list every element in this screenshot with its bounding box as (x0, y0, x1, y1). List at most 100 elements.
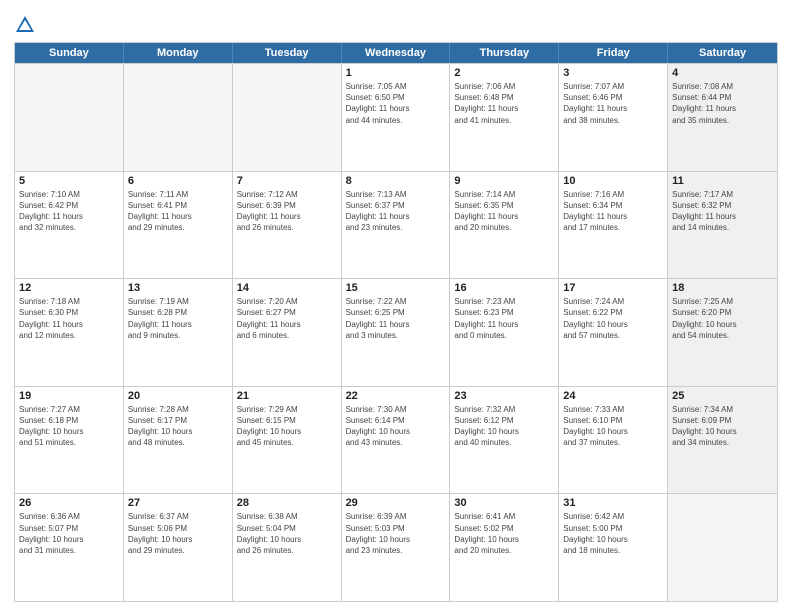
day-info: Sunrise: 7:11 AM Sunset: 6:41 PM Dayligh… (128, 189, 228, 234)
calendar-cell: 30 Sunrise: 6:41 AM Sunset: 5:02 PM Dayli… (450, 494, 559, 601)
day-number: 1 (346, 67, 446, 79)
day-info: Sunrise: 6:41 AM Sunset: 5:02 PM Dayligh… (454, 511, 554, 556)
day-info: Sunrise: 7:20 AM Sunset: 6:27 PM Dayligh… (237, 296, 337, 341)
calendar-row: 12Sunrise: 7:18 AM Sunset: 6:30 PM Dayli… (15, 278, 777, 386)
logo-icon (14, 14, 36, 36)
day-info: Sunrise: 7:10 AM Sunset: 6:42 PM Dayligh… (19, 189, 119, 234)
calendar-cell: 6Sunrise: 7:11 AM Sunset: 6:41 PM Daylig… (124, 172, 233, 279)
day-info: Sunrise: 6:39 AM Sunset: 5:03 PM Dayligh… (346, 511, 446, 556)
day-info: Sunrise: 6:36 AM Sunset: 5:07 PM Dayligh… (19, 511, 119, 556)
day-number: 30 (454, 497, 554, 509)
calendar-cell: 23 Sunrise: 7:32 AM Sunset: 6:12 PM Dayli… (450, 387, 559, 494)
day-info: Sunrise: 7:08 AM Sunset: 6:44 PM Dayligh… (672, 81, 773, 126)
calendar-cell: 24 Sunrise: 7:33 AM Sunset: 6:10 PM Dayli… (559, 387, 668, 494)
calendar-cell: 21 Sunrise: 7:29 AM Sunset: 6:15 PM Dayli… (233, 387, 342, 494)
calendar-cell: 27 Sunrise: 6:37 AM Sunset: 5:06 PM Dayli… (124, 494, 233, 601)
calendar-cell: 19 Sunrise: 7:27 AM Sunset: 6:18 PM Dayli… (15, 387, 124, 494)
calendar-cell: 11 Sunrise: 7:17 AM Sunset: 6:32 PM Dayli… (668, 172, 777, 279)
day-info: Sunrise: 7:17 AM Sunset: 6:32 PM Dayligh… (672, 189, 773, 234)
day-info: Sunrise: 7:29 AM Sunset: 6:15 PM Dayligh… (237, 404, 337, 449)
day-number: 19 (19, 390, 119, 402)
calendar-cell: 12Sunrise: 7:18 AM Sunset: 6:30 PM Dayli… (15, 279, 124, 386)
calendar-cell: 28 Sunrise: 6:38 AM Sunset: 5:04 PM Dayli… (233, 494, 342, 601)
calendar-cell: 14 Sunrise: 7:20 AM Sunset: 6:27 PM Dayli… (233, 279, 342, 386)
day-info: Sunrise: 6:42 AM Sunset: 5:00 PM Dayligh… (563, 511, 663, 556)
calendar-cell: 25Sunrise: 7:34 AM Sunset: 6:09 PM Dayli… (668, 387, 777, 494)
calendar-cell (668, 494, 777, 601)
calendar-cell: 31Sunrise: 6:42 AM Sunset: 5:00 PM Dayli… (559, 494, 668, 601)
day-info: Sunrise: 7:28 AM Sunset: 6:17 PM Dayligh… (128, 404, 228, 449)
day-number: 18 (672, 282, 773, 294)
day-info: Sunrise: 7:33 AM Sunset: 6:10 PM Dayligh… (563, 404, 663, 449)
day-info: Sunrise: 6:37 AM Sunset: 5:06 PM Dayligh… (128, 511, 228, 556)
calendar-header-cell: Thursday (450, 43, 559, 63)
day-info: Sunrise: 6:38 AM Sunset: 5:04 PM Dayligh… (237, 511, 337, 556)
calendar-cell: 8 Sunrise: 7:13 AM Sunset: 6:37 PM Daylig… (342, 172, 451, 279)
calendar-cell: 9 Sunrise: 7:14 AM Sunset: 6:35 PM Daylig… (450, 172, 559, 279)
day-number: 28 (237, 497, 337, 509)
calendar-cell: 20Sunrise: 7:28 AM Sunset: 6:17 PM Dayli… (124, 387, 233, 494)
page: SundayMondayTuesdayWednesdayThursdayFrid… (0, 0, 792, 612)
day-info: Sunrise: 7:27 AM Sunset: 6:18 PM Dayligh… (19, 404, 119, 449)
calendar-cell: 13 Sunrise: 7:19 AM Sunset: 6:28 PM Dayli… (124, 279, 233, 386)
day-number: 3 (563, 67, 663, 79)
calendar-cell: 2 Sunrise: 7:06 AM Sunset: 6:48 PM Daylig… (450, 64, 559, 171)
day-number: 7 (237, 175, 337, 187)
day-number: 24 (563, 390, 663, 402)
calendar-cell: 4 Sunrise: 7:08 AM Sunset: 6:44 PM Daylig… (668, 64, 777, 171)
calendar-cell: 3Sunrise: 7:07 AM Sunset: 6:46 PM Daylig… (559, 64, 668, 171)
day-number: 8 (346, 175, 446, 187)
day-info: Sunrise: 7:23 AM Sunset: 6:23 PM Dayligh… (454, 296, 554, 341)
logo (14, 14, 38, 36)
calendar-cell: 18 Sunrise: 7:25 AM Sunset: 6:20 PM Dayli… (668, 279, 777, 386)
calendar-header-cell: Sunday (15, 43, 124, 63)
day-number: 27 (128, 497, 228, 509)
calendar-cell (233, 64, 342, 171)
day-info: Sunrise: 7:06 AM Sunset: 6:48 PM Dayligh… (454, 81, 554, 126)
calendar-header-cell: Wednesday (342, 43, 451, 63)
day-number: 29 (346, 497, 446, 509)
calendar-cell: 22 Sunrise: 7:30 AM Sunset: 6:14 PM Dayli… (342, 387, 451, 494)
calendar: SundayMondayTuesdayWednesdayThursdayFrid… (14, 42, 778, 602)
calendar-header-cell: Saturday (668, 43, 777, 63)
calendar-header-cell: Tuesday (233, 43, 342, 63)
day-number: 9 (454, 175, 554, 187)
day-info: Sunrise: 7:12 AM Sunset: 6:39 PM Dayligh… (237, 189, 337, 234)
calendar-row: 5Sunrise: 7:10 AM Sunset: 6:42 PM Daylig… (15, 171, 777, 279)
day-info: Sunrise: 7:13 AM Sunset: 6:37 PM Dayligh… (346, 189, 446, 234)
day-info: Sunrise: 7:30 AM Sunset: 6:14 PM Dayligh… (346, 404, 446, 449)
calendar-row: 26 Sunrise: 6:36 AM Sunset: 5:07 PM Dayli… (15, 493, 777, 601)
calendar-header-cell: Monday (124, 43, 233, 63)
calendar-cell (124, 64, 233, 171)
calendar-cell: 17Sunrise: 7:24 AM Sunset: 6:22 PM Dayli… (559, 279, 668, 386)
day-number: 23 (454, 390, 554, 402)
calendar-cell: 1 Sunrise: 7:05 AM Sunset: 6:50 PM Daylig… (342, 64, 451, 171)
day-info: Sunrise: 7:14 AM Sunset: 6:35 PM Dayligh… (454, 189, 554, 234)
day-number: 4 (672, 67, 773, 79)
day-number: 22 (346, 390, 446, 402)
day-info: Sunrise: 7:05 AM Sunset: 6:50 PM Dayligh… (346, 81, 446, 126)
calendar-row: 1 Sunrise: 7:05 AM Sunset: 6:50 PM Daylig… (15, 63, 777, 171)
day-info: Sunrise: 7:32 AM Sunset: 6:12 PM Dayligh… (454, 404, 554, 449)
calendar-cell (15, 64, 124, 171)
day-number: 10 (563, 175, 663, 187)
calendar-header-cell: Friday (559, 43, 668, 63)
day-number: 14 (237, 282, 337, 294)
day-info: Sunrise: 7:19 AM Sunset: 6:28 PM Dayligh… (128, 296, 228, 341)
calendar-body: 1 Sunrise: 7:05 AM Sunset: 6:50 PM Daylig… (15, 63, 777, 601)
calendar-cell: 26 Sunrise: 6:36 AM Sunset: 5:07 PM Dayli… (15, 494, 124, 601)
day-number: 11 (672, 175, 773, 187)
day-number: 13 (128, 282, 228, 294)
day-number: 26 (19, 497, 119, 509)
calendar-row: 19 Sunrise: 7:27 AM Sunset: 6:18 PM Dayli… (15, 386, 777, 494)
calendar-cell: 7 Sunrise: 7:12 AM Sunset: 6:39 PM Daylig… (233, 172, 342, 279)
calendar-header: SundayMondayTuesdayWednesdayThursdayFrid… (15, 43, 777, 63)
calendar-cell: 5Sunrise: 7:10 AM Sunset: 6:42 PM Daylig… (15, 172, 124, 279)
day-info: Sunrise: 7:34 AM Sunset: 6:09 PM Dayligh… (672, 404, 773, 449)
day-number: 2 (454, 67, 554, 79)
day-number: 16 (454, 282, 554, 294)
day-number: 15 (346, 282, 446, 294)
day-info: Sunrise: 7:25 AM Sunset: 6:20 PM Dayligh… (672, 296, 773, 341)
day-number: 21 (237, 390, 337, 402)
day-info: Sunrise: 7:24 AM Sunset: 6:22 PM Dayligh… (563, 296, 663, 341)
